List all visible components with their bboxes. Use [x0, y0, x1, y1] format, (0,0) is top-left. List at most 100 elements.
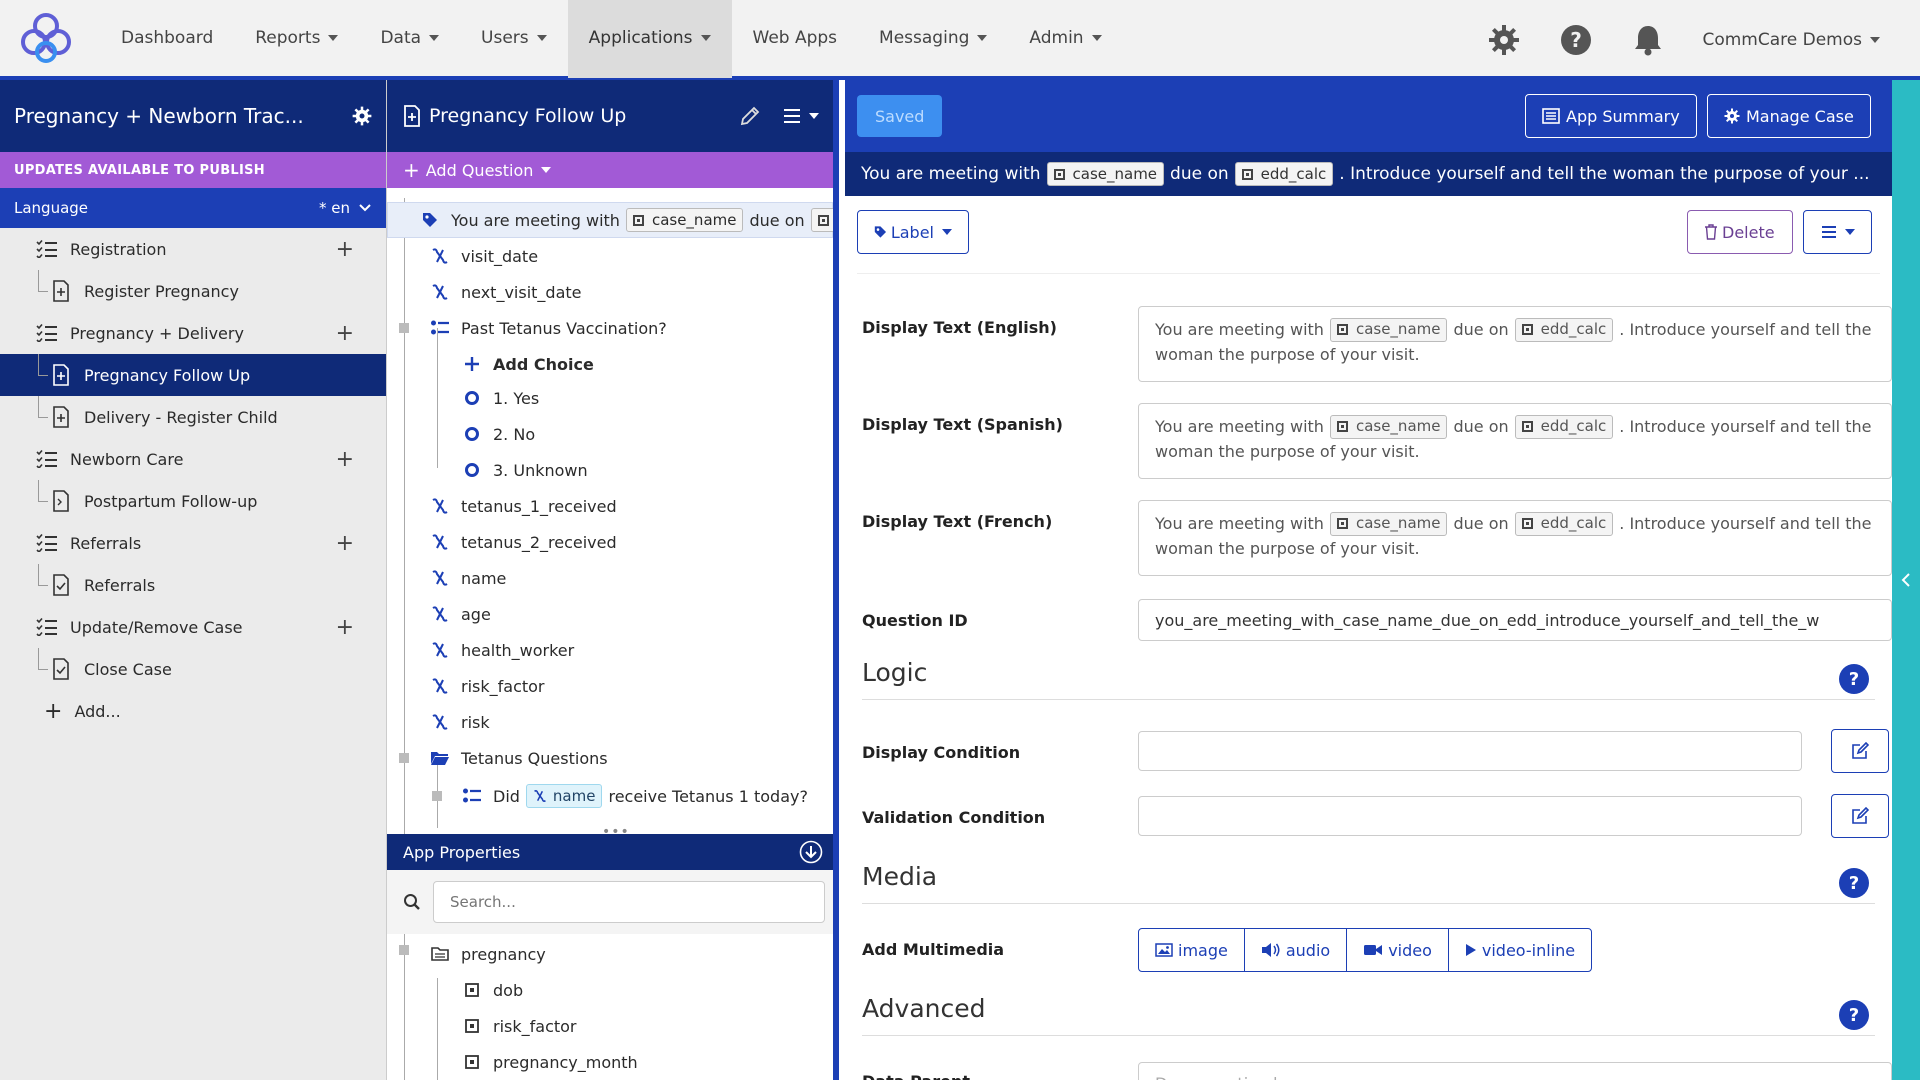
module-newborn-care[interactable]: Newborn Care +: [0, 438, 386, 480]
property-row[interactable]: pregnancy: [387, 936, 833, 972]
display-text-spanish-row: Display Text (Spanish) You are meeting wi…: [862, 403, 1892, 479]
gear-icon[interactable]: [1486, 22, 1522, 58]
question-row[interactable]: You are meeting with case_name due on: [387, 202, 833, 238]
question-menu-button[interactable]: [1803, 210, 1872, 254]
bell-icon[interactable]: [1630, 22, 1666, 58]
module-registration[interactable]: Registration +: [0, 228, 386, 270]
question-row[interactable]: risk_factor: [387, 668, 833, 704]
question-row[interactable]: 2. No: [387, 416, 833, 452]
question-text: 2. No: [493, 424, 536, 444]
help-icon[interactable]: ?: [1839, 1000, 1869, 1030]
question-row[interactable]: risk: [387, 704, 833, 740]
question-row[interactable]: health_worker: [387, 632, 833, 668]
form-menu-button[interactable]: [783, 108, 819, 124]
add-image-button[interactable]: image: [1139, 929, 1245, 971]
question-row[interactable]: Past Tetanus Vaccination?: [387, 310, 833, 346]
add-form-plus-icon[interactable]: +: [336, 531, 354, 556]
chevron-down-icon: [536, 35, 547, 41]
form-postpartum-follow-up[interactable]: Postpartum Follow-up: [0, 480, 386, 522]
display-condition-input[interactable]: [1138, 731, 1802, 771]
form-referrals[interactable]: Referrals: [0, 564, 386, 606]
question-row[interactable]: tetanus_2_received: [387, 524, 833, 560]
question-row[interactable]: Add Choice: [387, 346, 833, 382]
question-type-row: Label Delete: [857, 196, 1880, 274]
nav-item-web-apps[interactable]: Web Apps: [732, 0, 859, 78]
question-row[interactable]: 3. Unknown: [387, 452, 833, 488]
help-icon[interactable]: ?: [1839, 868, 1869, 898]
question-text: 1. Yes: [493, 388, 540, 408]
edit-display-condition-button[interactable]: [1831, 729, 1889, 773]
nav-item-applications[interactable]: Applications: [567, 0, 732, 78]
advanced-title: Advanced: [862, 994, 986, 1023]
question-row[interactable]: name: [387, 560, 833, 596]
display-text-french-input[interactable]: You are meeting with case_name due on edd_c…: [1138, 500, 1892, 576]
validation-condition-input[interactable]: [1138, 796, 1802, 836]
property-search-input[interactable]: [433, 881, 825, 923]
help-icon[interactable]: ?: [1839, 664, 1869, 694]
pencil-icon[interactable]: [739, 105, 761, 127]
help-icon[interactable]: ?: [1558, 22, 1594, 58]
nav-item-dashboard[interactable]: Dashboard: [100, 0, 234, 78]
add-form-plus-icon[interactable]: +: [336, 447, 354, 472]
question-type-button[interactable]: Label: [857, 210, 969, 254]
form-register-pregnancy[interactable]: Register Pregnancy: [0, 270, 386, 312]
question-row[interactable]: Tetanus Questions: [387, 740, 833, 776]
app-properties-header[interactable]: App Properties: [387, 834, 833, 870]
question-row[interactable]: Did name receive Tetanus 1 today?: [387, 778, 833, 814]
right-panel-toggle[interactable]: [1892, 80, 1920, 1080]
delete-button[interactable]: Delete: [1687, 210, 1793, 254]
module-pregnancy-delivery[interactable]: Pregnancy + Delivery +: [0, 312, 386, 354]
question-id-input[interactable]: you_are_meeting_with_case_name_due_on_ed…: [1138, 599, 1892, 641]
question-row[interactable]: visit_date: [387, 238, 833, 274]
property-row[interactable]: pregnancy_month: [387, 1044, 833, 1080]
form-title[interactable]: Pregnancy Follow Up: [429, 105, 626, 127]
manage-case-button[interactable]: Manage Case: [1707, 94, 1871, 138]
app-title[interactable]: Pregnancy + Newborn Trac...: [14, 104, 304, 128]
add-video-inline-button[interactable]: video-inline: [1449, 929, 1591, 971]
add-audio-button[interactable]: audio: [1245, 929, 1348, 971]
display-text-english-input[interactable]: You are meeting with case_name due on edd_c…: [1138, 306, 1892, 382]
user-menu[interactable]: CommCare Demos: [1702, 30, 1880, 50]
property-search-bar: [387, 870, 833, 934]
question-row[interactable]: age: [387, 596, 833, 632]
gear-icon[interactable]: [352, 106, 372, 126]
data-parent-dropzone[interactable]: Drag question here: [1138, 1062, 1892, 1080]
download-circle-icon[interactable]: [799, 840, 823, 864]
nav-item-messaging[interactable]: Messaging: [858, 0, 1008, 78]
nav-item-data[interactable]: Data: [359, 0, 460, 78]
add-question-button[interactable]: + Add Question: [387, 152, 833, 188]
add-form-plus-icon[interactable]: +: [336, 321, 354, 346]
nav-item-reports[interactable]: Reports: [234, 0, 359, 78]
case-property-icon: [1521, 518, 1533, 529]
language-selector[interactable]: Language * en: [0, 188, 386, 228]
question-text: name: [461, 568, 507, 588]
add-form-plus-icon[interactable]: +: [336, 237, 354, 262]
chip-label: edd_calc: [1540, 320, 1607, 338]
add-form-plus-icon[interactable]: +: [336, 615, 354, 640]
edd-calc-reference: edd_calc: [1514, 414, 1614, 439]
app-summary-button[interactable]: App Summary: [1525, 94, 1697, 138]
case-name-reference: case_name: [1046, 162, 1165, 186]
module-referrals[interactable]: Referrals +: [0, 522, 386, 564]
question-row[interactable]: 1. Yes: [387, 380, 833, 416]
form-pregnancy-follow-up[interactable]: Pregnancy Follow Up: [0, 354, 386, 396]
property-row[interactable]: risk_factor: [387, 1008, 833, 1044]
commcare-logo-icon[interactable]: [18, 10, 74, 66]
form-close-case[interactable]: Close Case: [0, 648, 386, 690]
video-inline-label: video-inline: [1481, 940, 1576, 960]
form-delivery-register-child[interactable]: Delivery - Register Child: [0, 396, 386, 438]
question-row[interactable]: tetanus_1_received: [387, 488, 833, 524]
edit-validation-condition-button[interactable]: [1831, 794, 1889, 838]
question-row[interactable]: next_visit_date: [387, 274, 833, 310]
saved-button[interactable]: Saved: [857, 95, 943, 137]
property-row[interactable]: dob: [387, 972, 833, 1008]
add-module-button[interactable]: + Add...: [0, 690, 386, 732]
display-text-spanish-input[interactable]: You are meeting with case_name due on edd_c…: [1138, 403, 1892, 479]
add-video-button[interactable]: video: [1347, 929, 1449, 971]
nav-item-users[interactable]: Users: [460, 0, 568, 78]
module-update-remove-case[interactable]: Update/Remove Case +: [0, 606, 386, 648]
nav-item-admin[interactable]: Admin: [1008, 0, 1122, 78]
updates-banner[interactable]: UPDATES AVAILABLE TO PUBLISH: [0, 152, 386, 188]
property-label: pregnancy_month: [493, 1052, 638, 1072]
form-label: Postpartum Follow-up: [84, 491, 258, 511]
